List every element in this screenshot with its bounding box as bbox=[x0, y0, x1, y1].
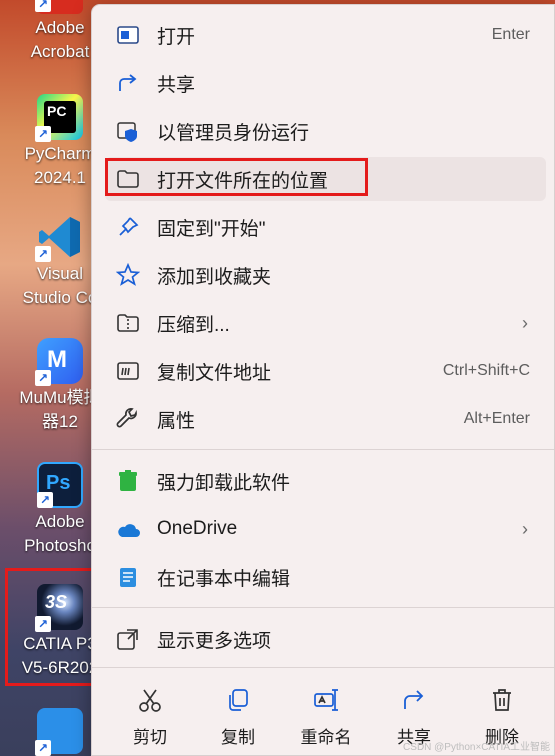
menu-item-label: 打开 bbox=[157, 26, 196, 48]
menu-item-label: 压缩到... bbox=[157, 314, 230, 336]
menu-item-shortcut: Alt+Enter bbox=[463, 410, 530, 427]
menu-item-label: 共享 bbox=[157, 74, 196, 96]
pin-icon bbox=[114, 213, 142, 241]
trash-icon bbox=[487, 685, 517, 715]
cut-button[interactable]: 剪切 bbox=[106, 677, 194, 753]
shortcut-arrow-icon: ↗ bbox=[35, 370, 51, 386]
highlight-box-open-location bbox=[105, 158, 368, 196]
menu-item-label: 属性 bbox=[157, 410, 196, 432]
share-icon bbox=[114, 69, 142, 97]
menu-item-copy-file-path[interactable]: 复制文件地址 Ctrl+Shift+C bbox=[105, 349, 546, 393]
copy-button[interactable]: 复制 bbox=[194, 677, 282, 753]
shortcut-arrow-icon: ↗ bbox=[35, 0, 51, 12]
wrench-icon bbox=[114, 405, 142, 433]
share-icon bbox=[399, 685, 429, 715]
menu-item-compress-to[interactable]: 压缩到... › bbox=[105, 301, 546, 345]
menu-item-share[interactable]: 共享 bbox=[105, 61, 546, 105]
menu-item-edit-in-notepad[interactable]: 在记事本中编辑 bbox=[105, 555, 546, 599]
menu-item-pin-to-start[interactable]: 固定到"开始" bbox=[105, 205, 546, 249]
menu-separator bbox=[92, 607, 554, 608]
copy-path-icon bbox=[114, 357, 142, 385]
cloud-icon bbox=[114, 515, 142, 543]
app-icon: ↗ bbox=[35, 708, 83, 756]
menu-item-run-as-admin[interactable]: 以管理员身份运行 bbox=[105, 109, 546, 153]
menu-item-label: 在记事本中编辑 bbox=[157, 568, 291, 590]
menu-item-add-favorites[interactable]: 添加到收藏夹 bbox=[105, 253, 546, 297]
trash-green-icon bbox=[114, 467, 142, 495]
notepad-icon bbox=[114, 563, 142, 591]
mumu-icon: M ↗ bbox=[35, 338, 83, 386]
menu-item-label: 复制文件地址 bbox=[157, 362, 272, 384]
acrobat-icon: ↗ bbox=[35, 0, 83, 14]
rename-icon bbox=[311, 685, 341, 715]
cut-label: 剪切 bbox=[133, 728, 167, 747]
menu-item-shortcut: Enter bbox=[491, 26, 530, 43]
zip-folder-icon bbox=[114, 309, 142, 337]
rename-label: 重命名 bbox=[300, 728, 352, 747]
context-menu: 打开 Enter 共享 以管理员身份运行 打开文件所在的位置 固定到"开始" 添… bbox=[91, 4, 555, 756]
open-app-icon bbox=[114, 21, 142, 49]
menu-item-label: 强力卸载此软件 bbox=[157, 472, 291, 494]
shortcut-arrow-icon: ↗ bbox=[37, 492, 53, 508]
menu-item-force-uninstall[interactable]: 强力卸载此软件 bbox=[105, 459, 546, 503]
shield-icon bbox=[114, 117, 142, 145]
menu-item-onedrive[interactable]: OneDrive › bbox=[105, 507, 546, 551]
menu-item-label: 以管理员身份运行 bbox=[157, 122, 310, 144]
menu-item-properties[interactable]: 属性 Alt+Enter bbox=[105, 397, 546, 441]
more-options-icon bbox=[114, 625, 142, 653]
menu-separator bbox=[92, 449, 554, 450]
menu-item-label: 添加到收藏夹 bbox=[157, 266, 272, 288]
shortcut-arrow-icon: ↗ bbox=[35, 126, 51, 142]
menu-item-open[interactable]: 打开 Enter bbox=[105, 13, 546, 57]
menu-separator bbox=[92, 667, 554, 668]
menu-item-label: 显示更多选项 bbox=[157, 630, 272, 652]
vscode-icon: ↗ bbox=[35, 214, 83, 262]
copy-label: 复制 bbox=[221, 728, 255, 747]
shortcut-arrow-icon: ↗ bbox=[35, 740, 51, 756]
copy-icon bbox=[223, 685, 253, 715]
menu-item-shortcut: Ctrl+Shift+C bbox=[442, 362, 530, 379]
star-icon bbox=[114, 261, 142, 289]
menu-item-label: 固定到"开始" bbox=[157, 218, 266, 240]
watermark: CSDN @Python×CATIA工业智能 bbox=[403, 742, 550, 753]
chevron-right-icon: › bbox=[522, 312, 528, 333]
menu-item-show-more-options[interactable]: 显示更多选项 bbox=[105, 617, 546, 661]
pycharm-icon: PC ↗ bbox=[35, 94, 83, 142]
menu-item-label: OneDrive bbox=[157, 518, 238, 539]
rename-button[interactable]: 重命名 bbox=[282, 677, 370, 753]
scissors-icon bbox=[135, 685, 165, 715]
chevron-right-icon: › bbox=[522, 518, 528, 539]
shortcut-arrow-icon: ↗ bbox=[35, 246, 51, 262]
photoshop-icon: Ps ↗ bbox=[37, 462, 83, 508]
